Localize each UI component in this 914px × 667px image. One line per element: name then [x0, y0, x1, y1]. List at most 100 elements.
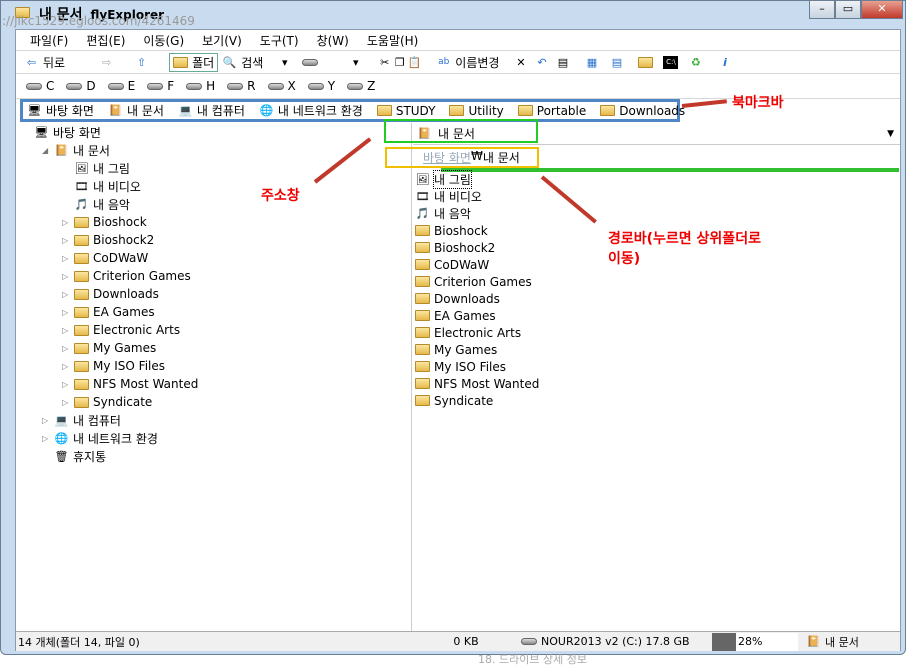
drive-H[interactable]: H: [186, 79, 215, 93]
bookmark-item[interactable]: Downloads: [600, 104, 685, 118]
file-item[interactable]: EA Games: [415, 307, 496, 324]
tree-item[interactable]: 🎵 내 음악: [62, 195, 130, 213]
menu-item[interactable]: 보기(V): [202, 32, 242, 49]
search-button[interactable]: 🔍 검색: [222, 54, 263, 71]
paste-icon[interactable]: 📋: [407, 56, 422, 69]
drive-icon: [107, 82, 124, 90]
forward-icon[interactable]: ⇨: [99, 56, 114, 69]
view-mode-icon[interactable]: ▦: [584, 56, 599, 69]
tree-item[interactable]: ▷ 💻 내 컴퓨터: [42, 411, 121, 429]
bookmark-item[interactable]: Utility: [449, 104, 504, 118]
address-dropdown-icon[interactable]: ▼: [887, 129, 894, 139]
bookmark-item[interactable]: Portable: [517, 104, 586, 118]
tree-item[interactable]: ▷ Syndicate: [62, 393, 152, 411]
drive-icon: [267, 82, 284, 90]
bookmark-item[interactable]: STUDY: [376, 104, 435, 118]
properties-icon[interactable]: ▤: [555, 56, 570, 69]
back-arrow-icon: ⇦: [26, 55, 37, 69]
up-icon[interactable]: ⇧: [134, 56, 149, 69]
bookmark-item[interactable]: 💻 내 컴퓨터: [178, 102, 245, 119]
bookmark-item[interactable]: 📔 내 문서: [108, 102, 164, 119]
delete-icon[interactable]: ✕: [513, 56, 528, 69]
tree-label: 내 그림: [93, 161, 130, 176]
command-prompt-icon[interactable]: C:\: [663, 55, 679, 69]
arrange-icon[interactable]: ▤: [609, 56, 624, 69]
copy-icon[interactable]: ❐: [392, 56, 407, 69]
tree-item[interactable]: ▷ CoDWaW: [62, 249, 148, 267]
cut-icon[interactable]: ✂: [377, 56, 392, 69]
tree-item[interactable]: ▷ Criterion Games: [62, 267, 191, 285]
menu-item[interactable]: 이동(G): [143, 32, 184, 49]
drive-R[interactable]: R: [227, 79, 256, 93]
drive-Y[interactable]: Y: [307, 79, 335, 93]
tree-item[interactable]: ▷ NFS Most Wanted: [62, 375, 198, 393]
file-item[interactable]: Bioshock: [415, 222, 488, 239]
tree-item[interactable]: ▷ 🌐 내 네트워크 환경: [42, 429, 158, 447]
rename-label: 이름변경: [455, 55, 500, 70]
drive-F[interactable]: F: [147, 79, 174, 93]
tree-label: 내 문서: [73, 143, 110, 158]
tree-item[interactable]: ▷ Electronic Arts: [62, 321, 180, 339]
menu-item[interactable]: 도움말(H): [367, 32, 419, 49]
file-item[interactable]: Criterion Games: [415, 273, 532, 290]
folder-dropdown-icon[interactable]: ▾: [277, 56, 292, 69]
file-item[interactable]: Electronic Arts: [415, 324, 521, 341]
folder-button[interactable]: 폴더: [169, 52, 219, 72]
tree-item[interactable]: ▷ Downloads: [62, 285, 159, 303]
folder-icon: [376, 105, 392, 116]
minimize-button[interactable]: –: [809, 1, 835, 19]
file-item[interactable]: My Games: [415, 341, 497, 358]
drive-E[interactable]: E: [107, 79, 135, 93]
folder-icon: [517, 105, 533, 116]
tree-item[interactable]: 🖥 바탕 화면: [22, 123, 101, 141]
file-item[interactable]: Downloads: [415, 290, 500, 307]
file-label: CoDWaW: [434, 257, 490, 272]
rename-button[interactable]: ab 이름변경: [436, 54, 499, 71]
tree-item[interactable]: ▷ Bioshock2: [62, 231, 154, 249]
tree-item[interactable]: 🖼 내 그림: [62, 159, 130, 177]
file-item[interactable]: Syndicate: [415, 392, 493, 409]
menu-item[interactable]: 도구(T): [260, 32, 299, 49]
file-item[interactable]: 🎵 내 음악: [415, 205, 471, 222]
drive-D[interactable]: D: [66, 79, 96, 93]
file-item[interactable]: NFS Most Wanted: [415, 375, 539, 392]
menu-item[interactable]: 파일(F): [30, 32, 68, 49]
file-item[interactable]: CoDWaW: [415, 256, 489, 273]
undo-icon[interactable]: ↶: [534, 56, 549, 69]
drive-label: D: [86, 79, 96, 93]
menu-item[interactable]: 편집(E): [86, 32, 125, 49]
folder-icon: [74, 342, 89, 354]
tree-item[interactable]: ▷ My Games: [62, 339, 156, 357]
bookmark-item[interactable]: 🌐 내 네트워크 환경: [259, 102, 363, 119]
back-button[interactable]: ⇦ 뒤로: [24, 54, 65, 71]
tree-item[interactable]: ▷ EA Games: [62, 303, 155, 321]
close-button[interactable]: ✕: [861, 1, 903, 19]
new-folder-icon[interactable]: [638, 56, 654, 68]
tree-label: EA Games: [93, 305, 155, 319]
drive-X[interactable]: X: [267, 79, 296, 93]
file-item[interactable]: Bioshock2: [415, 239, 495, 256]
tree-item[interactable]: 🎞 내 비디오: [62, 177, 141, 195]
tree-item[interactable]: 🗑 휴지통: [42, 447, 107, 465]
drive-icon[interactable]: [302, 58, 319, 66]
drive-Z[interactable]: Z: [347, 79, 375, 93]
tree-item[interactable]: ◢ 📔 내 문서: [42, 141, 110, 159]
file-item[interactable]: 🖼 내 그림: [415, 170, 472, 189]
item-icon: 🎵: [415, 207, 430, 220]
drive-label: C: [46, 79, 55, 93]
tree-item[interactable]: ▷ Bioshock: [62, 213, 147, 231]
tree-item[interactable]: ▷ My ISO Files: [62, 357, 165, 375]
menu-item[interactable]: 창(W): [317, 32, 349, 49]
view-dropdown-icon[interactable]: ▾: [348, 56, 363, 69]
file-item[interactable]: My ISO Files: [415, 358, 506, 375]
info-icon[interactable]: i: [717, 56, 732, 69]
item-icon: 🎞: [415, 190, 430, 203]
background-url-text: ://jikc1529.egloos.com/4261469: [2, 14, 195, 28]
drive-C[interactable]: C: [26, 79, 54, 93]
bookmark-annotation: 북마크바: [732, 95, 784, 111]
bookmark-item[interactable]: 🖥 바탕 화면: [27, 102, 94, 119]
recycle-icon[interactable]: ♻: [688, 56, 703, 69]
toolbar: ⇦ 뒤로 ⇨ ⇧ 폴더 🔍 검색 ▾ ▾ ✂ ❐ 📋 ab 이름변경 ✕ ↶ ▤ ▦ …: [16, 51, 900, 74]
maximize-button[interactable]: ▭: [835, 1, 861, 19]
file-item[interactable]: 🎞 내 비디오: [415, 188, 482, 205]
